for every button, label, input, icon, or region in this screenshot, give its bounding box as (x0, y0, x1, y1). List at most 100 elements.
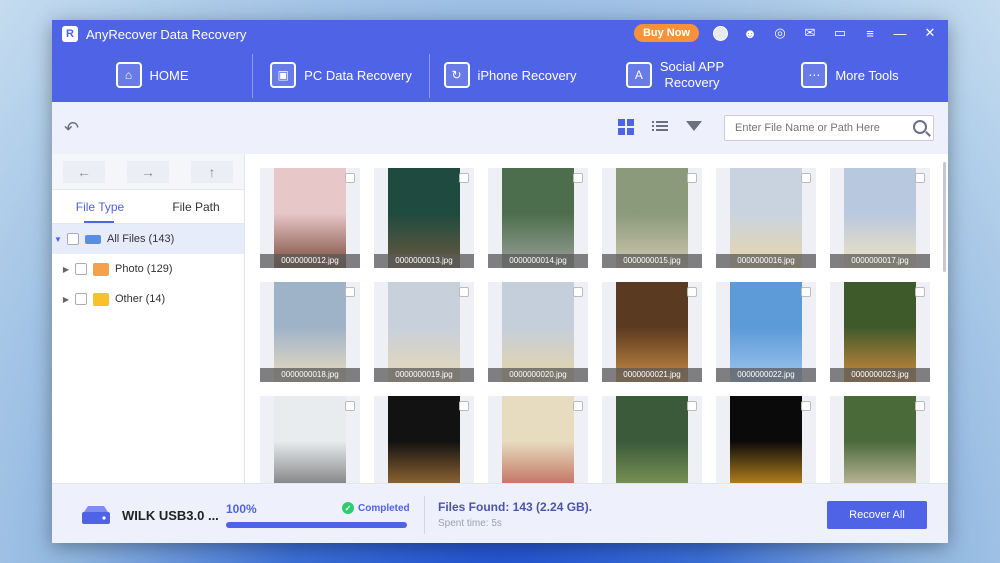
folder-icon (93, 292, 109, 306)
thumbnail-checkbox[interactable] (459, 173, 469, 183)
checkbox[interactable] (67, 233, 79, 245)
grid-view-icon[interactable] (618, 119, 634, 135)
file-grid: 0000000012.jpg 0000000013.jpg 0000000014.j… (246, 154, 948, 483)
tree-item-all-files[interactable]: ▼ All Files (143) (52, 224, 244, 254)
toolbar: ↶ (52, 102, 948, 154)
file-thumbnail[interactable]: 0000000019.jpg (374, 282, 474, 382)
thumbnail-image (388, 396, 460, 483)
tree-item-other[interactable]: ▶ Other (14) (52, 284, 244, 314)
thumbnail-checkbox[interactable] (687, 173, 697, 183)
close-icon[interactable]: ✕ (922, 25, 938, 41)
nav-iphone-recovery[interactable]: ↻ iPhone Recovery (430, 48, 590, 102)
menu-icon[interactable]: ≡ (862, 25, 878, 41)
file-thumbnail[interactable]: 0000000015.jpg (602, 168, 702, 268)
nav-label-group: Social APP Recovery (660, 59, 724, 91)
thumbnail-checkbox[interactable] (801, 173, 811, 183)
file-thumbnail[interactable]: 0000000020.jpg (488, 282, 588, 382)
thumbnail-image (730, 282, 802, 382)
filter-icon[interactable] (686, 119, 702, 135)
file-thumbnail[interactable]: 0000000023.jpg (830, 282, 930, 382)
thumbnail-checkbox[interactable] (345, 287, 355, 297)
thumbnail-image (502, 396, 574, 483)
file-thumbnail[interactable] (488, 396, 588, 483)
thumbnail-checkbox[interactable] (687, 401, 697, 411)
file-thumbnail[interactable]: 0000000016.jpg (716, 168, 816, 268)
thumbnail-checkbox[interactable] (573, 287, 583, 297)
nav-label: More Tools (835, 67, 899, 83)
file-name: 0000000020.jpg (488, 368, 588, 382)
thumbnail-checkbox[interactable] (573, 173, 583, 183)
discord-icon[interactable]: ☻ (742, 25, 758, 41)
thumbnail-checkbox[interactable] (915, 173, 925, 183)
file-thumbnail[interactable]: 0000000014.jpg (488, 168, 588, 268)
thumbnail-image (502, 168, 574, 268)
search-input[interactable] (735, 122, 905, 134)
nav-social-app-recovery[interactable]: A Social APP Recovery (590, 48, 760, 102)
nav-home[interactable]: ⌂ HOME (52, 48, 252, 102)
thumbnail-image (616, 396, 688, 483)
file-thumbnail[interactable]: 0000000012.jpg (260, 168, 360, 268)
tree-label: Photo (129) (115, 263, 173, 275)
file-thumbnail[interactable]: 0000000021.jpg (602, 282, 702, 382)
avatar[interactable] (713, 25, 728, 41)
file-thumbnail[interactable]: 0000000013.jpg (374, 168, 474, 268)
drive-icon (85, 234, 101, 244)
buy-now-button[interactable]: Buy Now (633, 24, 699, 42)
scrollbar[interactable] (943, 162, 946, 272)
recover-all-button[interactable]: Recover All (827, 501, 927, 529)
file-name: 0000000016.jpg (716, 254, 816, 268)
caret-right-icon[interactable]: ▶ (60, 265, 72, 274)
thumbnail-checkbox[interactable] (801, 401, 811, 411)
file-thumbnail[interactable]: 0000000022.jpg (716, 282, 816, 382)
search-icon[interactable] (913, 120, 927, 134)
thumbnail-checkbox[interactable] (459, 287, 469, 297)
tab-file-path[interactable]: File Path (148, 190, 244, 223)
tab-file-type[interactable]: File Type (52, 190, 148, 223)
app-window: R AnyRecover Data Recovery Buy Now ☻ ◎ ✉… (52, 20, 948, 543)
tree-item-photo[interactable]: ▶ Photo (129) (52, 254, 244, 284)
thumbnail-image (844, 282, 916, 382)
app-logo-icon: R (62, 26, 78, 42)
photo-folder-icon (93, 262, 109, 276)
file-name: 0000000023.jpg (830, 368, 930, 382)
file-thumbnail[interactable] (602, 396, 702, 483)
mail-icon[interactable]: ✉ (802, 25, 818, 41)
search-box[interactable] (724, 115, 934, 141)
file-thumbnail[interactable]: 0000000017.jpg (830, 168, 930, 268)
file-thumbnail[interactable] (716, 396, 816, 483)
thumbnail-image (730, 396, 802, 483)
caret-down-icon[interactable]: ▼ (52, 235, 64, 244)
thumbnail-checkbox[interactable] (915, 287, 925, 297)
progress-percent: 100% (226, 502, 257, 516)
nav-pc-data-recovery[interactable]: ▣ PC Data Recovery (253, 48, 429, 102)
checkbox[interactable] (75, 263, 87, 275)
feedback-icon[interactable]: ▭ (832, 25, 848, 41)
settings-icon[interactable]: ◎ (772, 25, 788, 41)
progress-bar (226, 522, 407, 528)
pc-recovery-icon: ▣ (270, 62, 297, 88)
thumbnail-checkbox[interactable] (573, 401, 583, 411)
thumbnail-checkbox[interactable] (687, 287, 697, 297)
back-arrow-icon[interactable]: ← (63, 160, 105, 183)
up-arrow-icon[interactable]: ↑ (191, 160, 233, 183)
file-thumbnail[interactable]: 0000000018.jpg (260, 282, 360, 382)
forward-arrow-icon[interactable]: → (127, 160, 169, 183)
thumbnail-checkbox[interactable] (459, 401, 469, 411)
caret-right-icon[interactable]: ▶ (60, 295, 72, 304)
thumbnail-checkbox[interactable] (801, 287, 811, 297)
back-icon[interactable]: ↶ (64, 118, 79, 139)
file-thumbnail[interactable] (374, 396, 474, 483)
check-icon: ✓ (342, 502, 354, 514)
file-thumbnail[interactable] (260, 396, 360, 483)
minimize-icon[interactable]: — (892, 25, 908, 41)
thumbnail-checkbox[interactable] (345, 173, 355, 183)
sidebar-nav: ← → ↑ (52, 154, 244, 190)
thumbnail-checkbox[interactable] (915, 401, 925, 411)
app-title: AnyRecover Data Recovery (86, 26, 247, 42)
spent-time: Spent time: 5s (438, 518, 502, 529)
file-thumbnail[interactable] (830, 396, 930, 483)
list-view-icon[interactable] (652, 119, 668, 135)
checkbox[interactable] (75, 293, 87, 305)
nav-more-tools[interactable]: ⋯ More Tools (760, 48, 940, 102)
thumbnail-checkbox[interactable] (345, 401, 355, 411)
